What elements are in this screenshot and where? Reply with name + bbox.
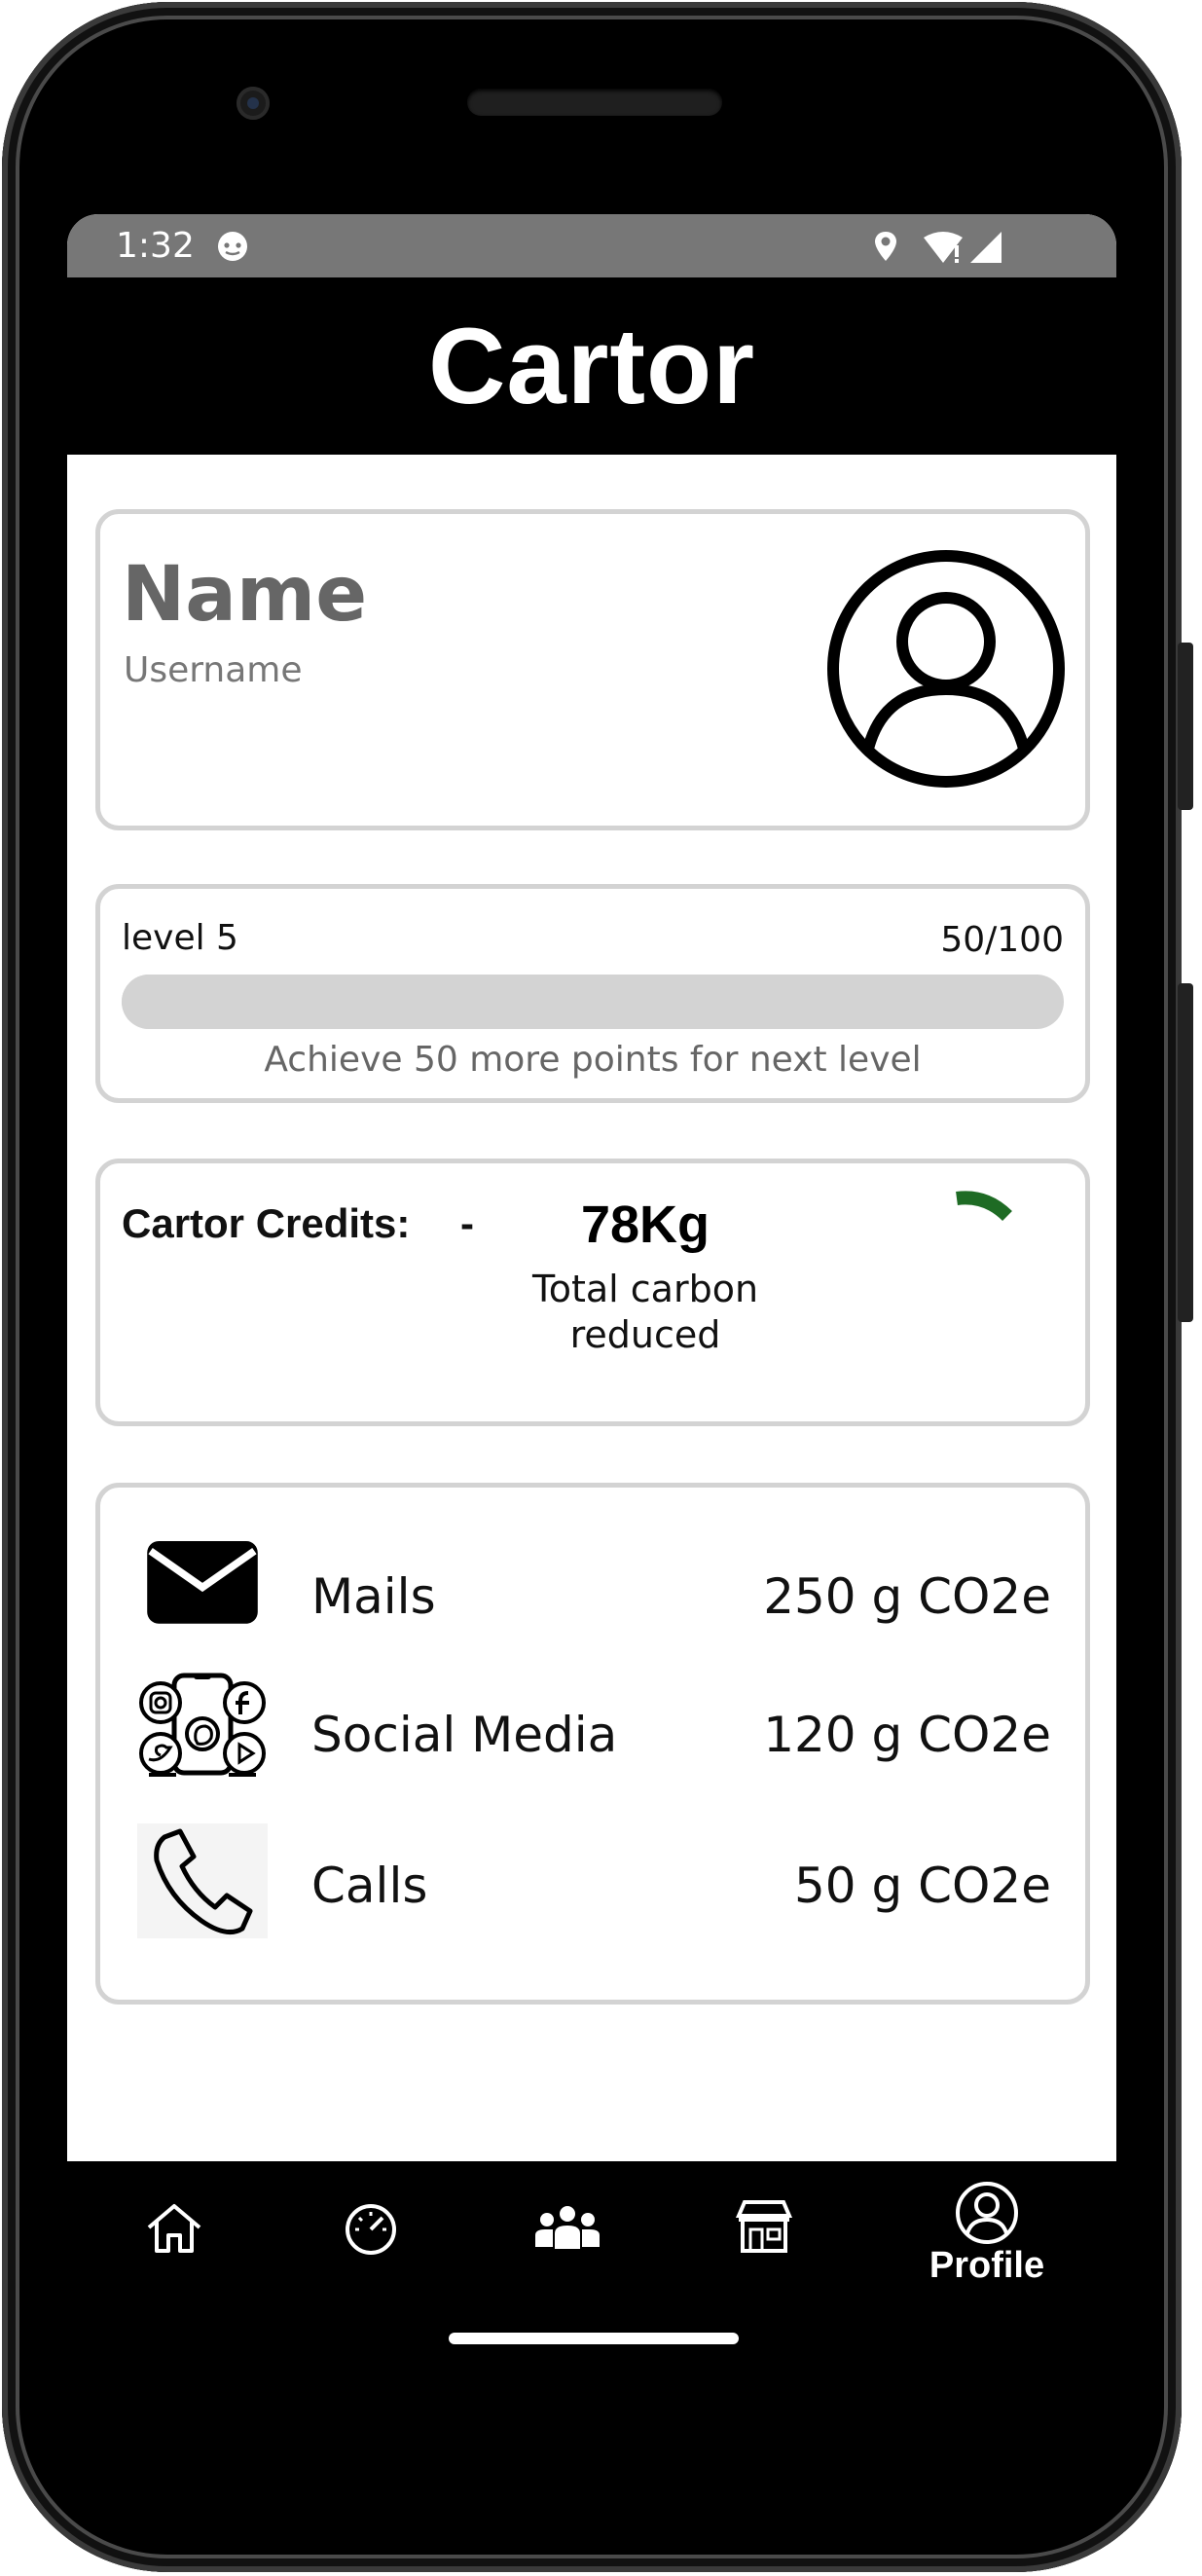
level-points: 50/100 [940,920,1064,960]
list-item-value: 250 g CO2e [763,1568,1051,1625]
carbon-gauge-arc [956,1191,1012,1222]
level-progress-bar [122,975,1064,1029]
list-item-social-media[interactable]: Social Media 120 g CO2e [100,1670,1085,1796]
home-indicator[interactable] [449,2333,739,2344]
credits-card: Cartor Credits: - 78Kg Total carbon redu… [95,1159,1090,1426]
carbon-reduced-value: 78Kg [580,1196,710,1254]
location-icon [875,232,896,261]
store-icon [735,2200,793,2253]
social-media-icon [139,1673,266,1777]
app-bar: Cartor [67,277,1116,455]
level-card: level 5 50/100 Achieve 50 more points fo… [95,884,1090,1103]
level-label: level 5 [122,918,238,958]
phone-icon [137,1823,268,1938]
home-icon [147,2204,201,2253]
status-bar: 1:32 [67,214,1116,277]
mail-icon [147,1541,258,1624]
signal-icon [970,232,1002,263]
nav-profile[interactable]: Profile [919,2181,1055,2298]
front-camera [237,87,270,120]
community-icon [535,2206,600,2249]
status-icons [875,232,1002,263]
speedometer-icon [346,2204,396,2255]
list-item-calls[interactable]: Calls 50 g CO2e [100,1823,1085,1950]
nav-community[interactable] [519,2200,616,2278]
emissions-card: Mails 250 g CO2e Social Media 120 g CO2e… [95,1483,1090,2005]
list-item-label: Calls [311,1858,428,1914]
profile-icon [956,2182,1018,2244]
nav-store[interactable] [715,2196,813,2278]
android-face-icon [218,232,247,261]
volume-button [1178,983,1193,1322]
screen: 1:32 Cartor Name Username level 5 50/100… [67,214,1116,2161]
profile-card[interactable]: Name Username [95,509,1090,830]
credits-value: - [460,1200,474,1246]
earpiece-speaker [467,89,722,116]
list-item-label: Mails [311,1568,436,1625]
carbon-caption-line1: Total carbon [531,1268,759,1310]
profile-username: Username [124,650,303,690]
app-title: Cartor [427,306,756,426]
nav-home[interactable] [126,2200,223,2278]
level-progress-fill [122,975,593,1029]
nav-profile-label: Profile [929,2245,1045,2286]
user-circle-icon[interactable] [825,548,1067,790]
carbon-reduced-caption: Total carbon reduced [509,1267,782,1358]
list-item-value: 50 g CO2e [794,1858,1051,1914]
profile-name: Name [122,551,368,639]
list-item-value: 120 g CO2e [763,1707,1051,1763]
credits-label: Cartor Credits: [122,1200,411,1246]
status-time: 1:32 [116,226,195,266]
level-hint: Achieve 50 more points for next level [264,1040,922,1080]
bottom-nav: Profile [67,2161,1116,2307]
wifi-icon [924,232,963,263]
carbon-caption-line2: reduced [569,1313,721,1356]
list-item-label: Social Media [311,1707,618,1763]
nav-dashboard[interactable] [322,2200,419,2278]
power-button [1178,643,1193,810]
list-item-mails[interactable]: Mails 250 g CO2e [100,1531,1085,1658]
